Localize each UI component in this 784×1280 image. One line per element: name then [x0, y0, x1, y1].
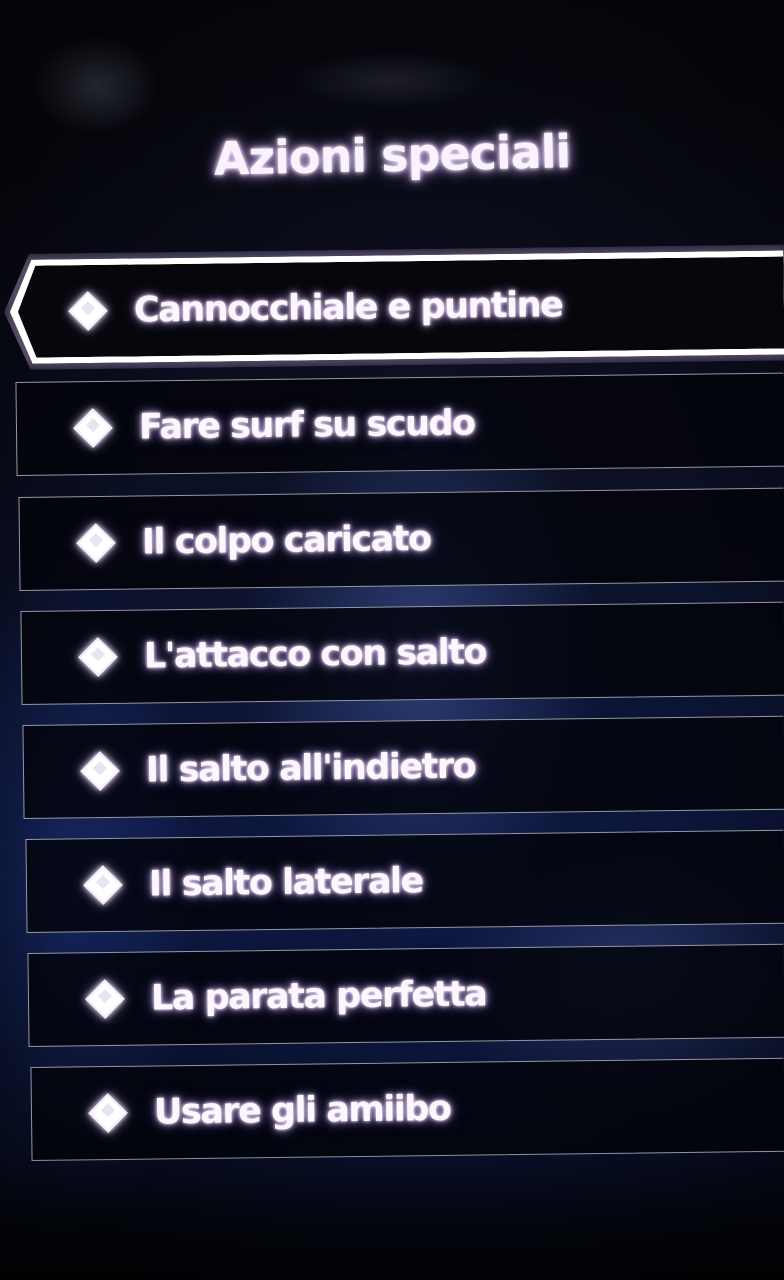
- menu-item-label: Cannocchiale e puntine: [133, 285, 563, 331]
- diamond-bullet-icon: [76, 523, 116, 563]
- menu-item-usare-gli-amiibo[interactable]: Usare gli amiibo: [30, 1057, 784, 1161]
- menu-item-label: Il salto all'indietro: [145, 746, 476, 791]
- menu-item-label: Il colpo caricato: [141, 518, 431, 563]
- diamond-bullet-icon: [88, 1093, 128, 1133]
- menu-item-il-salto-all-indietro[interactable]: Il salto all'indietro: [22, 715, 784, 819]
- diamond-bullet-icon: [78, 637, 118, 677]
- menu-item-l-attacco-con-salto[interactable]: L'attacco con salto: [20, 601, 784, 705]
- special-actions-menu: Cannocchiale e puntine Fare surf su scud…: [0, 0, 784, 1280]
- menu-item-label: L'attacco con salto: [143, 632, 487, 677]
- menu-item-la-parata-perfetta[interactable]: La parata perfetta: [27, 943, 784, 1047]
- menu-item-label: La parata perfetta: [150, 974, 487, 1019]
- menu-item-label: Il salto laterale: [148, 861, 424, 905]
- menu-item-cannocchiale-e-puntine[interactable]: Cannocchiale e puntine: [9, 251, 784, 364]
- menu-item-il-salto-laterale[interactable]: Il salto laterale: [25, 829, 784, 933]
- menu-item-label: Usare gli amiibo: [153, 1088, 451, 1133]
- menu-item-il-colpo-caricato[interactable]: Il colpo caricato: [18, 487, 784, 591]
- diamond-bullet-icon: [83, 865, 123, 905]
- diamond-bullet-icon: [85, 979, 125, 1019]
- game-screen: Azioni speciali Cannocchiale e puntine F…: [0, 0, 784, 1280]
- menu-item-label: Fare surf su scudo: [138, 403, 475, 448]
- diamond-bullet-icon: [80, 751, 120, 791]
- diamond-bullet-icon: [73, 408, 113, 448]
- menu-item-fare-surf-su-scudo[interactable]: Fare surf su scudo: [15, 372, 784, 476]
